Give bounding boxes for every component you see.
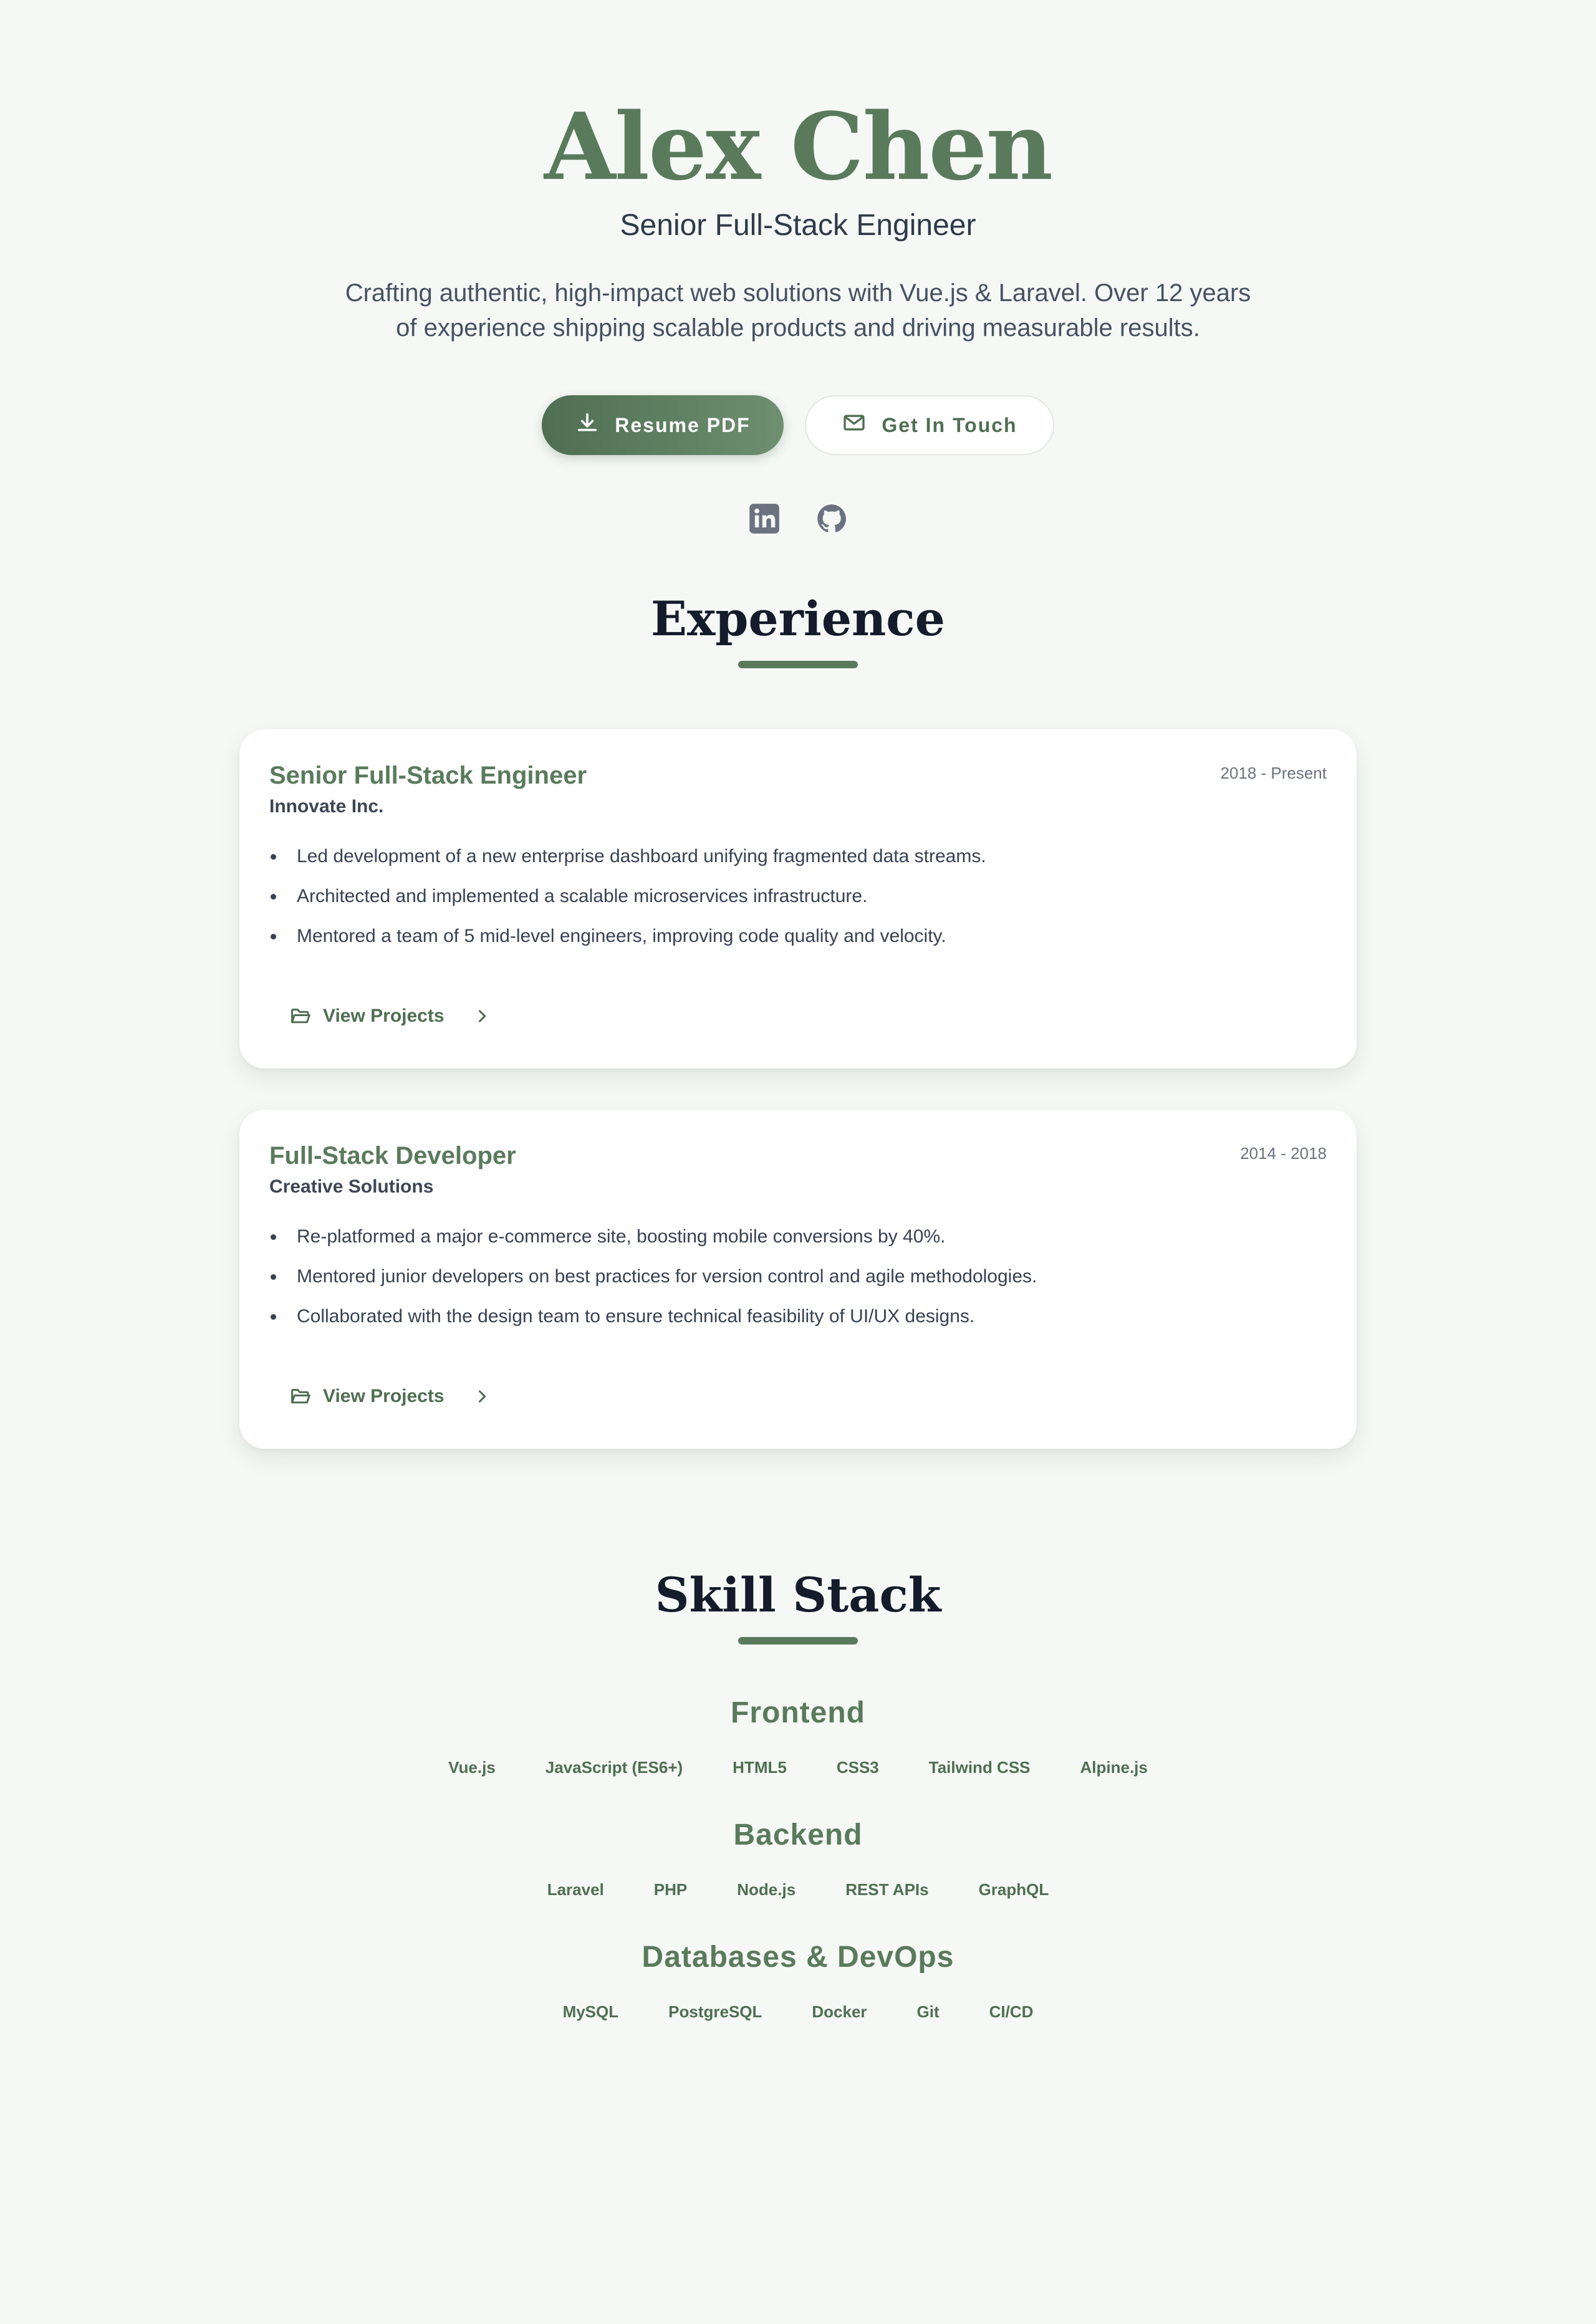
skill-groups: Frontend Vue.js JavaScript (ES6+) HTML5 … bbox=[0, 1694, 1596, 2022]
get-in-touch-label: Get In Touch bbox=[882, 413, 1017, 436]
hero-name: Alex Chen bbox=[544, 92, 1053, 201]
skill-tag: Docker bbox=[812, 2002, 867, 2021]
resume-pdf-button[interactable]: Resume PDF bbox=[542, 395, 784, 455]
job-bullet: Collaborated with the design team to ens… bbox=[269, 1297, 1327, 1337]
skill-group-frontend: Frontend Vue.js JavaScript (ES6+) HTML5 … bbox=[0, 1694, 1596, 1778]
mail-icon bbox=[842, 410, 867, 440]
skill-tags: Vue.js JavaScript (ES6+) HTML5 CSS3 Tail… bbox=[0, 1757, 1596, 1778]
job-card: Full-Stack Developer Creative Solutions … bbox=[239, 1110, 1357, 1449]
skill-tag: Laravel bbox=[547, 1880, 604, 1899]
view-projects-label: View Projects bbox=[323, 1386, 445, 1406]
skill-group-backend: Backend Laravel PHP Node.js REST APIs Gr… bbox=[0, 1817, 1596, 1900]
job-card: Senior Full-Stack Engineer Innovate Inc.… bbox=[239, 729, 1357, 1068]
skills-section: Skill Stack Frontend Vue.js JavaScript (… bbox=[0, 1567, 1596, 2022]
hero-actions: Resume PDF Get In Touch bbox=[0, 395, 1596, 455]
skill-tag: Tailwind CSS bbox=[928, 1758, 1031, 1777]
skill-tag: GraphQL bbox=[978, 1880, 1049, 1899]
job-bullet: Led development of a new enterprise dash… bbox=[269, 837, 1327, 876]
skill-group-title: Databases & DevOps bbox=[642, 1941, 954, 1974]
resume-pdf-label: Resume PDF bbox=[615, 413, 751, 436]
get-in-touch-button[interactable]: Get In Touch bbox=[805, 395, 1054, 455]
skill-tags: Laravel PHP Node.js REST APIs GraphQL bbox=[0, 1879, 1596, 1900]
hero-tagline: Crafting authentic, high-impact web solu… bbox=[345, 279, 1251, 342]
job-dates: 2014 - 2018 bbox=[1240, 1144, 1327, 1163]
skill-group-title: Backend bbox=[733, 1818, 863, 1851]
skills-heading: Skill Stack bbox=[655, 1567, 941, 1623]
job-bullet: Mentored junior developers on best pract… bbox=[269, 1257, 1327, 1297]
skill-tag: HTML5 bbox=[733, 1758, 787, 1777]
job-bullets: Re-platformed a major e-commerce site, b… bbox=[269, 1217, 1327, 1337]
github-icon[interactable] bbox=[815, 502, 848, 535]
resume-page: Alex Chen Senior Full-Stack Engineer Cra… bbox=[0, 0, 1596, 2324]
experience-section: Experience Senior Full-Stack Engineer In… bbox=[0, 591, 1596, 1449]
hero-section: Alex Chen Senior Full-Stack Engineer Cra… bbox=[0, 0, 1596, 535]
job-bullet: Re-platformed a major e-commerce site, b… bbox=[269, 1217, 1327, 1257]
job-role: Full-Stack Developer bbox=[269, 1142, 516, 1169]
job-role: Senior Full-Stack Engineer bbox=[269, 762, 587, 789]
folder-icon bbox=[289, 1385, 312, 1408]
skill-tag: PHP bbox=[653, 1880, 688, 1899]
experience-heading: Experience bbox=[651, 591, 945, 646]
social-links bbox=[0, 502, 1596, 535]
chevron-right-icon bbox=[456, 1007, 491, 1025]
job-list: Senior Full-Stack Engineer Innovate Inc.… bbox=[0, 729, 1596, 1449]
skills-heading-underline bbox=[738, 1637, 858, 1645]
skill-tag: PostgreSQL bbox=[668, 2002, 762, 2021]
skill-tag: Git bbox=[916, 2002, 940, 2021]
skill-tag: Alpine.js bbox=[1080, 1758, 1148, 1777]
skill-group-title: Frontend bbox=[731, 1696, 865, 1729]
view-projects-link[interactable]: View Projects bbox=[289, 1368, 491, 1425]
skill-tag: MySQL bbox=[562, 2002, 619, 2021]
job-bullet: Architected and implemented a scalable m… bbox=[269, 876, 1327, 916]
job-company: Creative Solutions bbox=[269, 1176, 434, 1197]
skill-tag: JavaScript (ES6+) bbox=[545, 1758, 683, 1777]
skill-tag: CSS3 bbox=[836, 1758, 879, 1777]
folder-icon bbox=[289, 1005, 312, 1027]
skill-group-databases-devops: Databases & DevOps MySQL PostgreSQL Dock… bbox=[0, 1939, 1596, 2022]
chevron-right-icon bbox=[456, 1388, 491, 1405]
skill-tag: Node.js bbox=[737, 1880, 796, 1899]
skill-tag: CI/CD bbox=[989, 2002, 1034, 2021]
job-bullets: Led development of a new enterprise dash… bbox=[269, 837, 1327, 956]
linkedin-icon[interactable] bbox=[748, 502, 781, 535]
job-dates: 2018 - Present bbox=[1220, 764, 1327, 782]
job-bullet: Mentored a team of 5 mid-level engineers… bbox=[269, 916, 1327, 956]
skill-tags: MySQL PostgreSQL Docker Git CI/CD bbox=[0, 2001, 1596, 2022]
view-projects-label: View Projects bbox=[323, 1006, 445, 1026]
experience-heading-underline bbox=[738, 661, 858, 668]
job-company: Innovate Inc. bbox=[269, 796, 384, 817]
skill-tag: Vue.js bbox=[448, 1758, 496, 1777]
view-projects-link[interactable]: View Projects bbox=[289, 987, 491, 1045]
download-icon bbox=[575, 410, 600, 440]
hero-title: Senior Full-Stack Engineer bbox=[620, 209, 976, 242]
skill-tag: REST APIs bbox=[845, 1880, 929, 1899]
